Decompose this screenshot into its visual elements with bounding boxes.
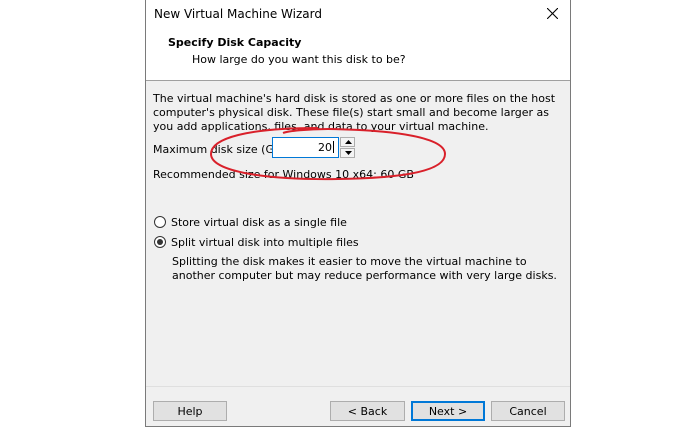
wizard-header: Specify Disk Capacity How large do you w… [146, 30, 570, 81]
max-disk-size-value: 20 [318, 141, 332, 154]
stepper-down-button[interactable] [340, 148, 355, 158]
max-disk-size-field[interactable]: 20 [272, 137, 339, 158]
split-description: Splitting the disk makes it easier to mo… [172, 255, 557, 282]
next-button[interactable]: Next > [411, 401, 485, 421]
help-button[interactable]: Help [153, 401, 227, 421]
page-subtitle: How large do you want this disk to be? [192, 53, 406, 66]
title-bar: New Virtual Machine Wizard [146, 0, 570, 30]
stepper-up-button[interactable] [340, 137, 355, 147]
radio-single-file-label: Store virtual disk as a single file [171, 216, 347, 229]
text-caret [333, 141, 334, 153]
wizard-footer: Help < Back Next > Cancel [146, 386, 570, 427]
wizard-content: The virtual machine's hard disk is store… [146, 81, 570, 385]
radio-selected-dot [157, 239, 163, 245]
disk-size-stepper [340, 137, 356, 158]
window-title: New Virtual Machine Wizard [154, 7, 322, 21]
radio-single-file-indicator [154, 216, 166, 228]
recommended-size-text: Recommended size for Windows 10 x64: 60 … [153, 168, 414, 181]
page-title: Specify Disk Capacity [168, 36, 302, 49]
radio-split-files[interactable]: Split virtual disk into multiple files [154, 235, 454, 251]
close-icon [547, 8, 558, 19]
cancel-button[interactable]: Cancel [491, 401, 565, 421]
arrow-up-icon [345, 140, 352, 144]
arrow-down-icon [345, 151, 352, 155]
max-disk-size-label: Maximum disk size (GB): [153, 143, 290, 156]
radio-split-files-label: Split virtual disk into multiple files [171, 236, 359, 249]
disk-description: The virtual machine's hard disk is store… [153, 92, 556, 133]
close-button[interactable] [536, 0, 570, 28]
wizard-window: New Virtual Machine Wizard Specify Disk … [145, 0, 571, 427]
radio-split-files-indicator [154, 236, 166, 248]
back-button[interactable]: < Back [330, 401, 405, 421]
radio-single-file[interactable]: Store virtual disk as a single file [154, 215, 454, 231]
